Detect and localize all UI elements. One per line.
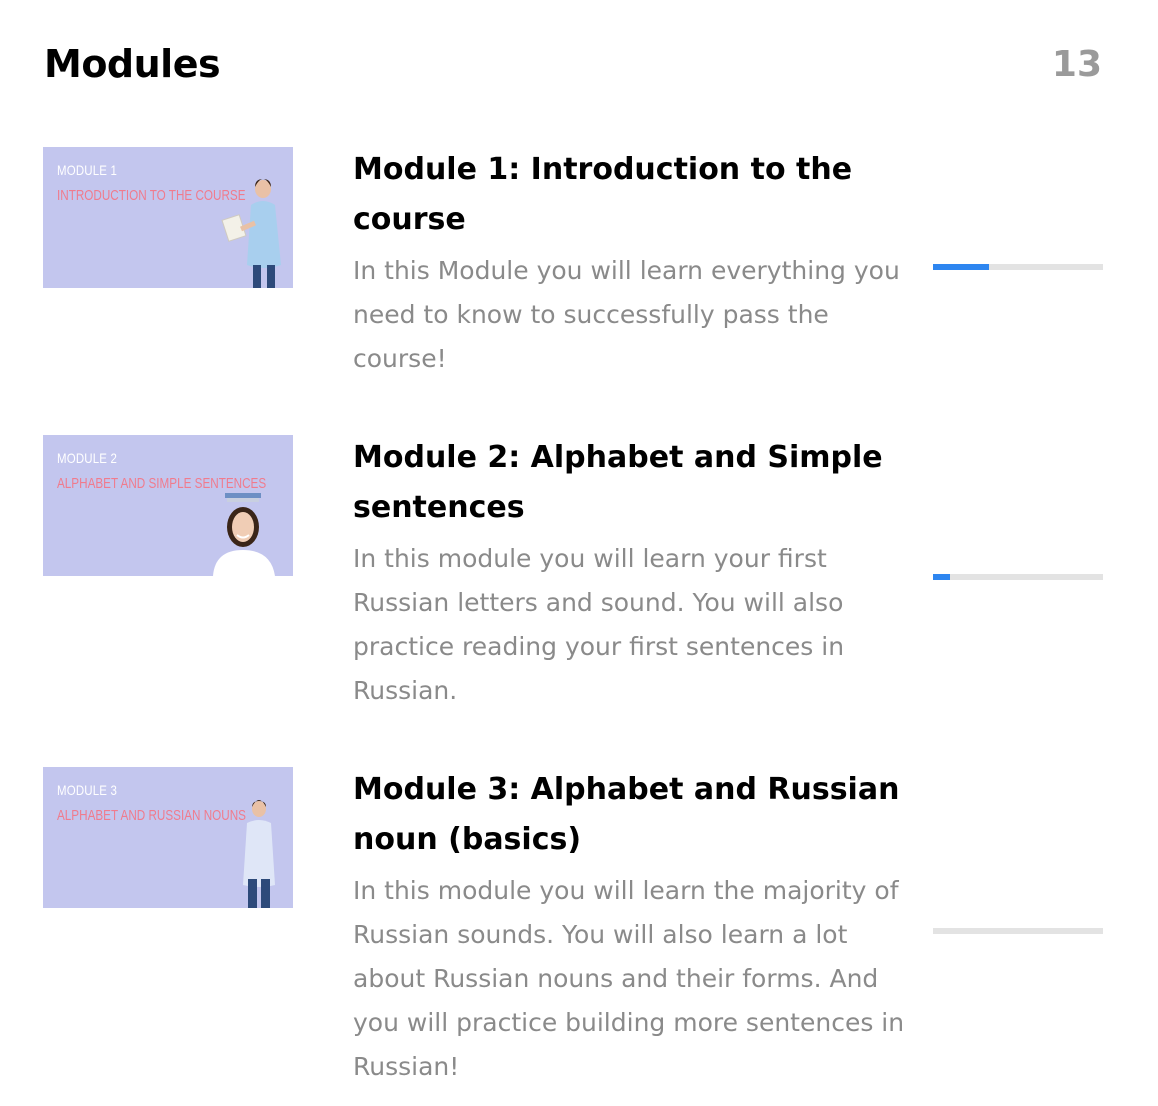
module-title[interactable]: Module 2: Alphabet and Simple sentences <box>353 433 913 533</box>
modules-header: Modules 13 <box>44 40 1104 96</box>
module-progress-bar <box>933 264 1103 270</box>
module-thumbnail[interactable]: MODULE 1 INTRODUCTION TO THE COURSE <box>43 147 293 288</box>
module-title[interactable]: Module 1: Introduction to the course <box>353 145 913 245</box>
module-count: 13 <box>1051 44 1102 85</box>
module-description: In this Module you will learn everything… <box>353 256 900 373</box>
module-title[interactable]: Module 3: Alphabet and Russian noun (bas… <box>353 765 913 865</box>
thumbnail-module-subtitle: ALPHABET AND RUSSIAN NOUNS <box>57 807 246 824</box>
person-reading-illustration <box>221 179 281 288</box>
module-thumbnail[interactable]: MODULE 2 ALPHABET AND SIMPLE SENTENCES <box>43 435 293 576</box>
thumbnail-module-number: MODULE 2 <box>57 450 118 466</box>
person-books-on-head-illustration <box>213 493 275 576</box>
module-progress-fill <box>933 264 990 270</box>
person-standing-illustration <box>243 800 275 908</box>
thumbnail-module-number: MODULE 3 <box>57 782 118 798</box>
module-description: In this module you will learn the majori… <box>353 876 905 1081</box>
module-progress-fill <box>933 574 950 580</box>
page-title: Modules <box>44 42 221 86</box>
thumbnail-module-number: MODULE 1 <box>57 162 118 178</box>
module-description: In this module you will learn your first… <box>353 544 845 705</box>
module-progress-bar <box>933 574 1103 580</box>
module-thumbnail[interactable]: MODULE 3 ALPHABET AND RUSSIAN NOUNS <box>43 767 293 908</box>
module-progress-bar <box>933 928 1103 934</box>
